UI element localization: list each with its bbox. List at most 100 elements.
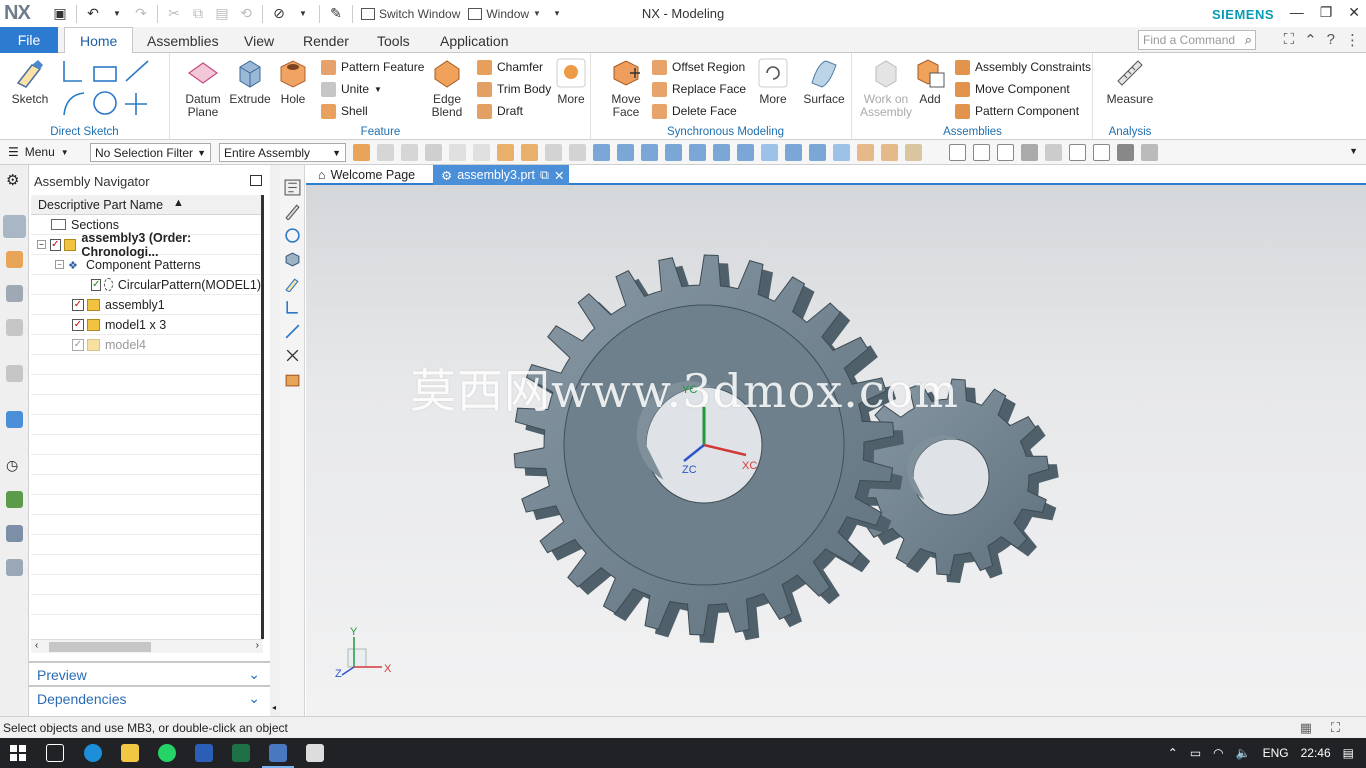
- scroll-left-icon[interactable]: ‹: [35, 640, 38, 651]
- select-features-icon[interactable]: [353, 144, 370, 161]
- midpoint-snap-icon[interactable]: [641, 144, 658, 161]
- sketch-icon[interactable]: [284, 275, 301, 292]
- endpoint-snap-icon[interactable]: [617, 144, 634, 161]
- edge-blend-button[interactable]: Edge Blend: [425, 57, 469, 119]
- snap-icon[interactable]: [473, 144, 490, 161]
- file-explorer-icon[interactable]: [121, 744, 139, 762]
- scrollbar-thumb[interactable]: [49, 642, 151, 652]
- tab-assembly3-prt[interactable]: ⚙ assembly3.prt ⧉ ✕: [433, 165, 569, 185]
- show-hide-icon[interactable]: ⊘: [271, 5, 287, 22]
- close-icon[interactable]: [284, 347, 301, 364]
- fit-view-icon[interactable]: [949, 144, 966, 161]
- quadrant-snap-icon[interactable]: [785, 144, 802, 161]
- render-style-icon[interactable]: [1045, 144, 1062, 161]
- circle-icon[interactable]: [284, 227, 301, 244]
- tab-application[interactable]: Application: [425, 27, 524, 54]
- battery-icon[interactable]: ▭: [1190, 746, 1201, 760]
- sync-more-button[interactable]: More: [756, 57, 790, 106]
- curve-rule-icon[interactable]: [425, 144, 442, 161]
- copy-icon[interactable]: ⧉: [190, 5, 206, 22]
- zoom-icon[interactable]: [973, 144, 990, 161]
- pin-icon[interactable]: ⧉: [540, 168, 549, 183]
- hole-button[interactable]: Hole: [275, 57, 311, 106]
- layer-icon[interactable]: [1141, 144, 1158, 161]
- intersection-snap-icon[interactable]: [689, 144, 706, 161]
- save-icon[interactable]: ▣: [52, 5, 68, 22]
- trim-body-button[interactable]: Trim Body: [477, 79, 551, 99]
- tab-welcome-page[interactable]: ⌂ Welcome Page: [310, 165, 423, 185]
- hd3d-tools-icon[interactable]: [6, 365, 23, 382]
- tree-row-component-patterns[interactable]: − ❖ Component Patterns: [31, 255, 261, 275]
- move-component-button[interactable]: Move Component: [955, 79, 1070, 99]
- undo-icon[interactable]: ↶: [85, 5, 101, 22]
- tree-row-model4[interactable]: ✓ model4: [31, 335, 261, 355]
- scroll-right-icon[interactable]: ›: [256, 640, 259, 651]
- system-materials-icon[interactable]: [6, 491, 23, 508]
- switch-window-button[interactable]: Switch Window: [361, 7, 460, 21]
- visibility-checkbox[interactable]: ✓: [49, 238, 62, 251]
- edge-browser-icon[interactable]: [84, 744, 102, 762]
- gear-assembly-model[interactable]: YC ZC XC Y X Z: [306, 185, 1366, 716]
- chamfer-button[interactable]: Chamfer: [477, 57, 543, 77]
- collapse-ribbon-icon[interactable]: ⌃: [1304, 31, 1317, 49]
- pattern-component-button[interactable]: Pattern Component: [955, 101, 1079, 121]
- toolbar-overflow-icon[interactable]: ▼: [1349, 146, 1358, 156]
- selection-filter-select[interactable]: No Selection Filter ▼: [90, 143, 211, 162]
- column-header-part-name[interactable]: Descriptive Part Name ▲: [31, 195, 263, 215]
- visibility-checkbox[interactable]: ✓: [72, 318, 84, 331]
- graphics-window[interactable]: ⌂ Welcome Page ⚙ assembly3.prt ⧉ ✕ YC ZC XC: [306, 165, 1366, 716]
- existing-point-snap-icon[interactable]: [809, 144, 826, 161]
- paste-icon[interactable]: ▤: [214, 5, 230, 22]
- profile-icon[interactable]: [284, 299, 301, 316]
- draft-button[interactable]: Draft: [477, 101, 523, 121]
- tab-assemblies[interactable]: Assemblies: [132, 27, 234, 54]
- app-icon[interactable]: [306, 744, 324, 762]
- tab-render[interactable]: Render: [288, 27, 364, 54]
- selection-icon[interactable]: ▦: [1300, 720, 1312, 736]
- command-finder-input[interactable]: Find a Command ⌕: [1138, 30, 1256, 50]
- tab-home[interactable]: Home: [64, 27, 134, 54]
- view-icon[interactable]: [569, 144, 586, 161]
- task-view-icon[interactable]: [46, 744, 64, 762]
- replace-face-button[interactable]: Replace Face: [652, 79, 746, 99]
- collapse-icon[interactable]: −: [37, 240, 46, 249]
- shell-button[interactable]: Shell: [321, 101, 368, 121]
- face-rule-icon[interactable]: [497, 144, 514, 161]
- circle-snap-icon[interactable]: [761, 144, 778, 161]
- web-browser-icon[interactable]: [6, 411, 23, 428]
- rotate-icon[interactable]: [997, 144, 1014, 161]
- language-indicator[interactable]: ENG: [1263, 746, 1289, 760]
- snap-icon[interactable]: [449, 144, 466, 161]
- restore-icon[interactable]: ❐: [1320, 4, 1333, 21]
- component-icon[interactable]: [284, 371, 301, 388]
- redo-icon[interactable]: ↷: [133, 5, 149, 22]
- add-component-button[interactable]: Add: [913, 57, 947, 106]
- filter-icon[interactable]: [377, 144, 394, 161]
- point-on-curve-snap-icon[interactable]: [833, 144, 850, 161]
- assembly-navigator-icon[interactable]: [3, 215, 26, 238]
- move-face-button[interactable]: Move Face: [606, 57, 646, 119]
- close-icon[interactable]: ✕: [1348, 4, 1360, 21]
- clock[interactable]: 22:46: [1301, 746, 1331, 760]
- collapse-panel-icon[interactable]: ◂: [272, 703, 276, 712]
- chevron-down-icon[interactable]: ▼: [109, 6, 125, 22]
- visibility-checkbox[interactable]: ✓: [72, 298, 84, 311]
- volume-icon[interactable]: 🔈: [1236, 746, 1251, 760]
- help-icon[interactable]: ?: [1327, 31, 1335, 49]
- chevron-down-icon[interactable]: ▼: [295, 6, 311, 22]
- fullscreen-icon[interactable]: ⛶: [1331, 720, 1340, 736]
- fullscreen-icon[interactable]: ⛶: [1284, 31, 1295, 49]
- fit-icon[interactable]: [1069, 144, 1086, 161]
- horizontal-scrollbar[interactable]: ‹ ›: [31, 639, 263, 653]
- excel-icon[interactable]: [232, 744, 250, 762]
- datum-plane-button[interactable]: Datum Plane: [183, 57, 223, 119]
- point-snap-icon[interactable]: [593, 144, 610, 161]
- view-cube-icon[interactable]: [284, 251, 301, 268]
- control-point-snap-icon[interactable]: [665, 144, 682, 161]
- shaded-icon[interactable]: [1117, 144, 1134, 161]
- tree-row-circular-pattern[interactable]: ✓ CircularPattern(MODEL1): [31, 275, 261, 295]
- bounded-grid-snap-icon[interactable]: [881, 144, 898, 161]
- touch-mode-icon[interactable]: ✎: [328, 5, 344, 22]
- nx-app-icon[interactable]: [269, 744, 287, 762]
- orient-view-icon[interactable]: [1021, 144, 1038, 161]
